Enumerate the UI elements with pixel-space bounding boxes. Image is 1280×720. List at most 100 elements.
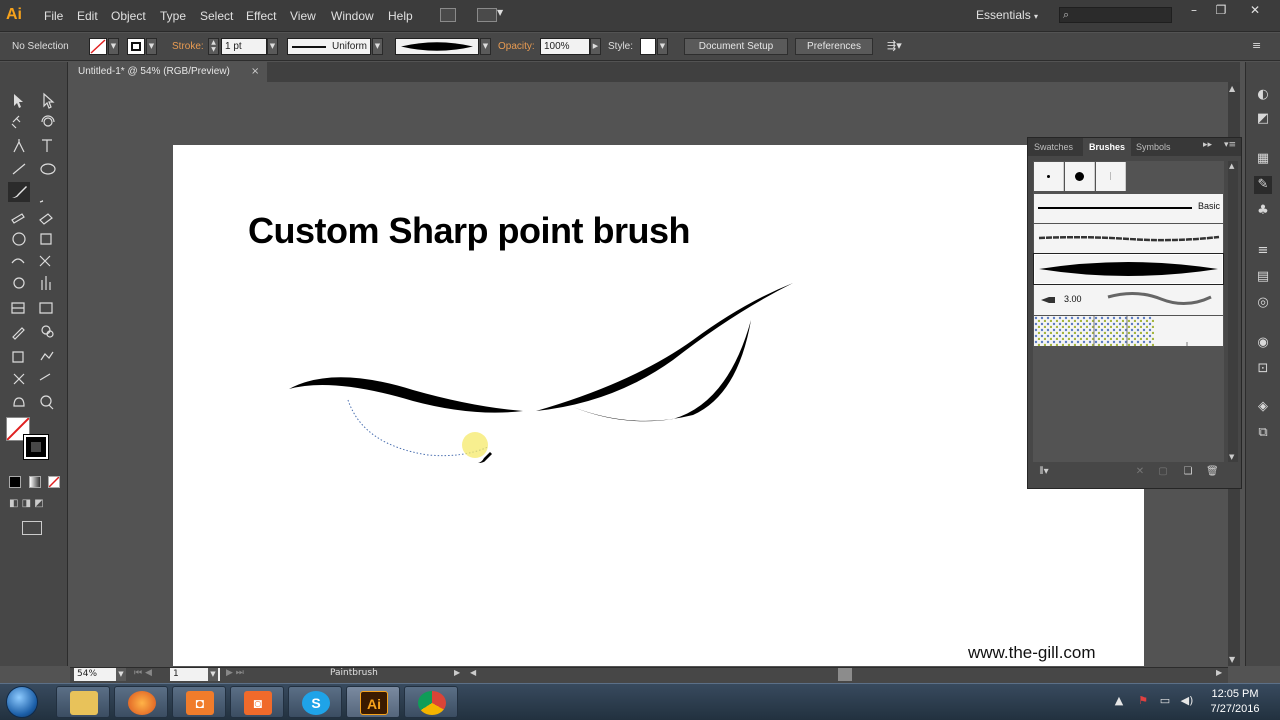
stroke-panel-icon[interactable]: ≡: [1254, 242, 1272, 260]
stroke-swatch[interactable]: [127, 38, 145, 55]
transparency-panel-icon[interactable]: ◎: [1254, 294, 1272, 312]
start-button[interactable]: [6, 686, 38, 718]
panel-menu-icon[interactable]: ≡: [1252, 39, 1261, 52]
scroll-up-icon[interactable]: ▲: [1229, 162, 1234, 170]
next-artboard-icon[interactable]: ▶ ⏭: [226, 668, 244, 678]
new-brush-icon[interactable]: ❏: [1182, 466, 1194, 478]
basic-brush-row[interactable]: Basic: [1034, 194, 1223, 223]
document-setup-button[interactable]: Document Setup: [684, 38, 788, 55]
gradient-mode-button[interactable]: [29, 476, 41, 488]
volume-icon[interactable]: ◀): [1180, 694, 1194, 708]
tab-brushes[interactable]: Brushes: [1083, 138, 1132, 156]
calligraphic-brush-round[interactable]: [1065, 162, 1095, 191]
system-clock[interactable]: 12:05 PM 7/27/2016: [1200, 687, 1270, 717]
stroke-stepper[interactable]: ▲ ▼: [208, 38, 219, 55]
taskbar-app-orange[interactable]: ◘: [172, 686, 226, 718]
gradient-panel-icon[interactable]: ▤: [1254, 268, 1272, 286]
scatter-brush-row[interactable]: 3.00: [1034, 285, 1223, 315]
arrange-documents-icon[interactable]: [477, 8, 497, 22]
workspace-switcher[interactable]: Essentials ▾: [976, 0, 1038, 32]
preferences-button[interactable]: Preferences: [795, 38, 873, 55]
network-warning-icon[interactable]: ⚑: [1136, 694, 1150, 708]
status-menu-icon[interactable]: ▶: [454, 668, 460, 677]
custom-sharp-brush-row[interactable]: [1033, 253, 1224, 285]
taskbar-file-explorer[interactable]: [56, 686, 110, 718]
restore-button[interactable]: ❐: [1210, 3, 1232, 19]
remove-stroke-icon[interactable]: ✕: [1134, 466, 1146, 478]
minimize-button[interactable]: –: [1183, 3, 1205, 19]
stroke-dropdown[interactable]: ▼: [146, 38, 157, 55]
menu-view[interactable]: View: [290, 0, 316, 32]
taskbar-app-orange-2[interactable]: ◙: [230, 686, 284, 718]
graphic-style-swatch[interactable]: [640, 38, 656, 55]
bridge-icon[interactable]: [440, 8, 456, 22]
close-button[interactable]: ✕: [1244, 3, 1266, 19]
menu-object[interactable]: Object: [111, 0, 146, 32]
delete-brush-icon[interactable]: 🗑: [1206, 466, 1219, 478]
menu-type[interactable]: Type: [160, 0, 186, 32]
scroll-down-icon[interactable]: ▼: [1229, 453, 1234, 461]
close-tab-icon[interactable]: ×: [251, 62, 263, 82]
brush-list-scrollbar[interactable]: ▲ ▼: [1228, 161, 1238, 462]
options-icon[interactable]: ▢: [1157, 466, 1169, 478]
artboards-panel-icon[interactable]: ⧉: [1254, 424, 1272, 442]
chevron-down-icon[interactable]: ▼: [497, 8, 503, 17]
panel-menu-icon[interactable]: ▾≡: [1224, 140, 1236, 150]
network-icon[interactable]: ▭: [1158, 694, 1172, 708]
fill-swatch[interactable]: [89, 38, 107, 55]
brushes-panel-icon[interactable]: ✎: [1254, 176, 1272, 194]
opacity-field[interactable]: 100%: [540, 38, 590, 55]
scroll-up-icon[interactable]: ▲: [1229, 84, 1235, 93]
charcoal-brush-row[interactable]: [1034, 224, 1223, 253]
calligraphic-brush-flat[interactable]: [1096, 162, 1126, 191]
menu-select[interactable]: Select: [200, 0, 233, 32]
color-guide-icon[interactable]: ◩: [1254, 110, 1272, 128]
stroke-swatch-large[interactable]: [23, 434, 49, 460]
scroll-right-icon[interactable]: ▶: [1216, 668, 1222, 677]
stroke-label[interactable]: Stroke:: [172, 41, 204, 52]
opacity-dropdown[interactable]: ▶: [590, 38, 601, 55]
color-panel-icon[interactable]: ◐: [1254, 86, 1272, 104]
artboard-dropdown[interactable]: ▼: [208, 668, 218, 681]
menu-file[interactable]: File: [44, 0, 63, 32]
menu-effect[interactable]: Effect: [246, 0, 276, 32]
stroke-weight-dropdown[interactable]: ▼: [267, 38, 278, 55]
document-tab[interactable]: Untitled-1* @ 54% (RGB/Preview): [70, 62, 267, 82]
drawing-modes-icon[interactable]: ◧ ◨ ◩: [9, 498, 59, 512]
scroll-left-icon[interactable]: ◀: [470, 668, 476, 677]
screen-mode-button[interactable]: [22, 521, 42, 535]
menu-window[interactable]: Window: [331, 0, 374, 32]
pattern-brush-row[interactable]: [1034, 316, 1223, 346]
scroll-down-icon[interactable]: ▼: [1229, 655, 1235, 664]
taskbar-skype[interactable]: S: [288, 686, 342, 718]
none-mode-button[interactable]: [48, 476, 60, 488]
search-input[interactable]: ⌕: [1059, 7, 1172, 23]
horizontal-scroll-thumb[interactable]: [838, 668, 852, 681]
zoom-dropdown[interactable]: ▼: [116, 668, 126, 681]
appearance-panel-icon[interactable]: ◉: [1254, 334, 1272, 352]
show-hidden-icons[interactable]: ▲: [1112, 694, 1126, 708]
opacity-label[interactable]: Opacity:: [498, 41, 535, 52]
paintbrush-tool[interactable]: [8, 182, 30, 202]
first-artboard-icon[interactable]: ⏮ ◀: [134, 668, 152, 678]
brush-libraries-icon[interactable]: ⫴▾: [1036, 466, 1052, 478]
menu-edit[interactable]: Edit: [77, 0, 98, 32]
taskbar-chrome[interactable]: [404, 686, 458, 718]
layers-panel-icon[interactable]: ◈: [1254, 398, 1272, 416]
stroke-weight-field[interactable]: 1 pt: [221, 38, 267, 55]
brush-dropdown[interactable]: ▼: [480, 38, 491, 55]
menu-help[interactable]: Help: [388, 0, 413, 32]
variable-width-profile[interactable]: Uniform: [287, 38, 371, 55]
fill-dropdown[interactable]: ▼: [108, 38, 119, 55]
brush-strokes[interactable]: [173, 145, 1144, 666]
profile-dropdown[interactable]: ▼: [372, 38, 383, 55]
taskbar-firefox[interactable]: [114, 686, 168, 718]
graphic-styles-icon[interactable]: ⊡: [1254, 360, 1272, 378]
brush-definition[interactable]: [395, 38, 479, 55]
style-dropdown[interactable]: ▼: [657, 38, 668, 55]
tab-symbols[interactable]: Symbols: [1130, 138, 1177, 156]
color-mode-button[interactable]: [9, 476, 21, 488]
tab-swatches[interactable]: Swatches: [1028, 138, 1079, 156]
calligraphic-brush-small[interactable]: [1034, 162, 1064, 191]
swatches-panel-icon[interactable]: ▦: [1254, 150, 1272, 168]
